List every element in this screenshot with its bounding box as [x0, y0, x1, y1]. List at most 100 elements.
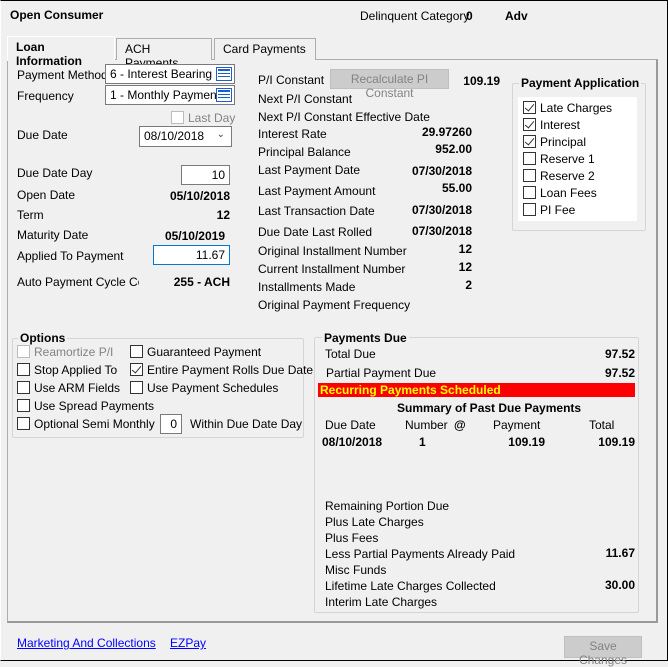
options-title: Options [18, 331, 68, 345]
entire-payment-rolls-checkbox[interactable]: Entire Payment Rolls Due Date [130, 363, 313, 379]
checkbox-box [130, 345, 143, 358]
frequency-combo[interactable]: 1 - Monthly Payment [105, 85, 235, 105]
interest-rate-label: Interest Rate [258, 127, 327, 141]
list-icon [216, 88, 232, 102]
total-due-value: 97.52 [604, 347, 635, 361]
checkbox-box [523, 203, 536, 216]
less-partial-label: Less Partial Payments Already Paid [325, 547, 516, 561]
row-payment: 109.19 [508, 435, 545, 449]
term-value: 12 [216, 208, 230, 222]
column-number: Number [405, 418, 448, 432]
payment-method-combo[interactable]: 6 - Interest Bearing [105, 64, 235, 84]
lookup-list-button[interactable] [216, 67, 232, 81]
checkbox-box [523, 152, 536, 165]
interim-late-label: Interim Late Charges [325, 595, 438, 609]
save-changes-button[interactable]: Save Changes [564, 636, 642, 667]
checkbox-box [17, 399, 30, 412]
due-date-value: 08/10/2018 [144, 129, 205, 143]
original-payment-frequency-label: Original Payment Frequency [258, 298, 411, 312]
summary-past-due-title: Summary of Past Due Payments [397, 401, 582, 415]
checkbox-label: Use Spread Payments [34, 399, 155, 413]
reamortize-checkbox[interactable]: Reamortize P/I [17, 345, 113, 361]
pi-constant-label: P/I Constant [258, 73, 325, 87]
maturity-date-value: 05/10/2019 [164, 229, 225, 243]
row-total: 109.19 [598, 435, 635, 449]
total-due-label: Total Due [325, 347, 376, 361]
due-date-last-rolled-value: 07/30/2018 [411, 224, 472, 238]
checkbox-box [17, 381, 30, 394]
payment-application-pi-fee[interactable]: PI Fee [523, 203, 575, 219]
checkbox-label: Principal [540, 135, 587, 149]
checkbox-box [523, 101, 536, 114]
open-date-value: 05/10/2018 [169, 189, 230, 203]
due-date-last-rolled-label: Due Date Last Rolled [258, 225, 373, 239]
payment-method-label: Payment Method [17, 68, 108, 82]
open-date-label: Open Date [17, 188, 76, 202]
tab-ach-payments[interactable]: ACH Payments [116, 38, 212, 70]
next-pi-constant-label: Next P/I Constant [258, 92, 353, 106]
column-at: @ [454, 418, 466, 432]
checkbox-label: Reserve 1 [540, 152, 595, 166]
payment-application-loan-fees[interactable]: Loan Fees [523, 186, 597, 202]
payment-application-reserve-2[interactable]: Reserve 2 [523, 169, 595, 185]
payment-application-principal[interactable]: Principal [523, 135, 586, 151]
due-date-day-input[interactable]: 10 [181, 165, 230, 185]
frequency-label: Frequency [17, 89, 74, 103]
delinquent-category-value: 0 [466, 9, 473, 23]
use-spread-payments-checkbox[interactable]: Use Spread Payments [17, 399, 154, 415]
auto-payment-cycle-label: Auto Payment Cycle Code [17, 275, 139, 289]
use-payment-schedules-checkbox[interactable]: Use Payment Schedules [130, 381, 278, 397]
ezpay-link[interactable]: EZPay [170, 636, 206, 650]
checkbox-box [130, 363, 143, 376]
guaranteed-payment-checkbox[interactable]: Guaranteed Payment [130, 345, 261, 361]
lookup-list-button[interactable] [216, 88, 232, 102]
marketing-and-collections-link[interactable]: Marketing And Collections [17, 636, 156, 650]
checkbox-box [17, 363, 30, 376]
adv-label: Adv [505, 9, 528, 23]
lifetime-late-label: Lifetime Late Charges Collected [325, 579, 496, 593]
principal-balance-value: 952.00 [435, 142, 472, 156]
partial-payment-due-value: 97.52 [604, 366, 635, 380]
checkbox-box [523, 118, 536, 131]
last-payment-amount-label: Last Payment Amount [258, 184, 376, 198]
within-due-date-day-input[interactable]: 0 [160, 414, 182, 434]
checkbox-box [523, 186, 536, 199]
within-due-date-day-label: Within Due Date Day [190, 417, 303, 431]
optional-semi-monthly-checkbox[interactable]: Optional Semi Monthly [17, 417, 155, 433]
tab-card-payments[interactable]: Card Payments [214, 38, 316, 60]
lifetime-late-value: 30.00 [604, 578, 635, 592]
interest-rate-value: 29.97260 [421, 125, 472, 139]
payment-application-interest[interactable]: Interest [523, 118, 580, 134]
last-transaction-date-value: 07/30/2018 [411, 203, 472, 217]
next-pi-effective-date-label: Next P/I Constant Effective Date [258, 110, 430, 124]
checkbox-label: Entire Payment Rolls Due Date [147, 363, 314, 377]
use-arm-fields-checkbox[interactable]: Use ARM Fields [17, 381, 120, 397]
last-payment-amount-value: 55.00 [441, 181, 472, 195]
payment-application-late-charges[interactable]: Late Charges [523, 101, 612, 117]
checkbox-box [523, 135, 536, 148]
checkbox-box [17, 417, 30, 430]
last-day-label: Last Day [188, 111, 236, 125]
column-payment: Payment [493, 418, 541, 432]
less-partial-value: 11.67 [605, 546, 635, 560]
checkbox-box [130, 381, 143, 394]
due-date-day-label: Due Date Day [17, 166, 93, 180]
delinquent-category-label: Delinquent Category [360, 9, 470, 23]
stop-applied-to-checkbox[interactable]: Stop Applied To [17, 363, 117, 379]
checkbox-label: Use ARM Fields [34, 381, 121, 395]
payment-application-title: Payment Application [519, 76, 642, 90]
chevron-down-icon[interactable]: ⌄ [217, 129, 225, 140]
applied-to-payment-input[interactable]: 11.67 [153, 245, 230, 265]
due-date-picker[interactable]: 08/10/2018 ⌄ [139, 126, 232, 147]
window-title: Open Consumer [10, 8, 104, 22]
plus-fees-label: Plus Fees [325, 531, 379, 545]
due-date-label: Due Date [17, 128, 68, 142]
checkbox-label: Reserve 2 [540, 169, 595, 183]
payment-method-value: 6 - Interest Bearing [110, 67, 213, 81]
payment-application-reserve-1[interactable]: Reserve 1 [523, 152, 595, 168]
checkbox-label: Interest [540, 118, 581, 132]
checkbox-box [523, 169, 536, 182]
tab-loan-information[interactable]: Loan Information [7, 36, 115, 68]
last-day-checkbox[interactable]: Last Day [171, 111, 235, 127]
installments-made-label: Installments Made [258, 280, 356, 294]
